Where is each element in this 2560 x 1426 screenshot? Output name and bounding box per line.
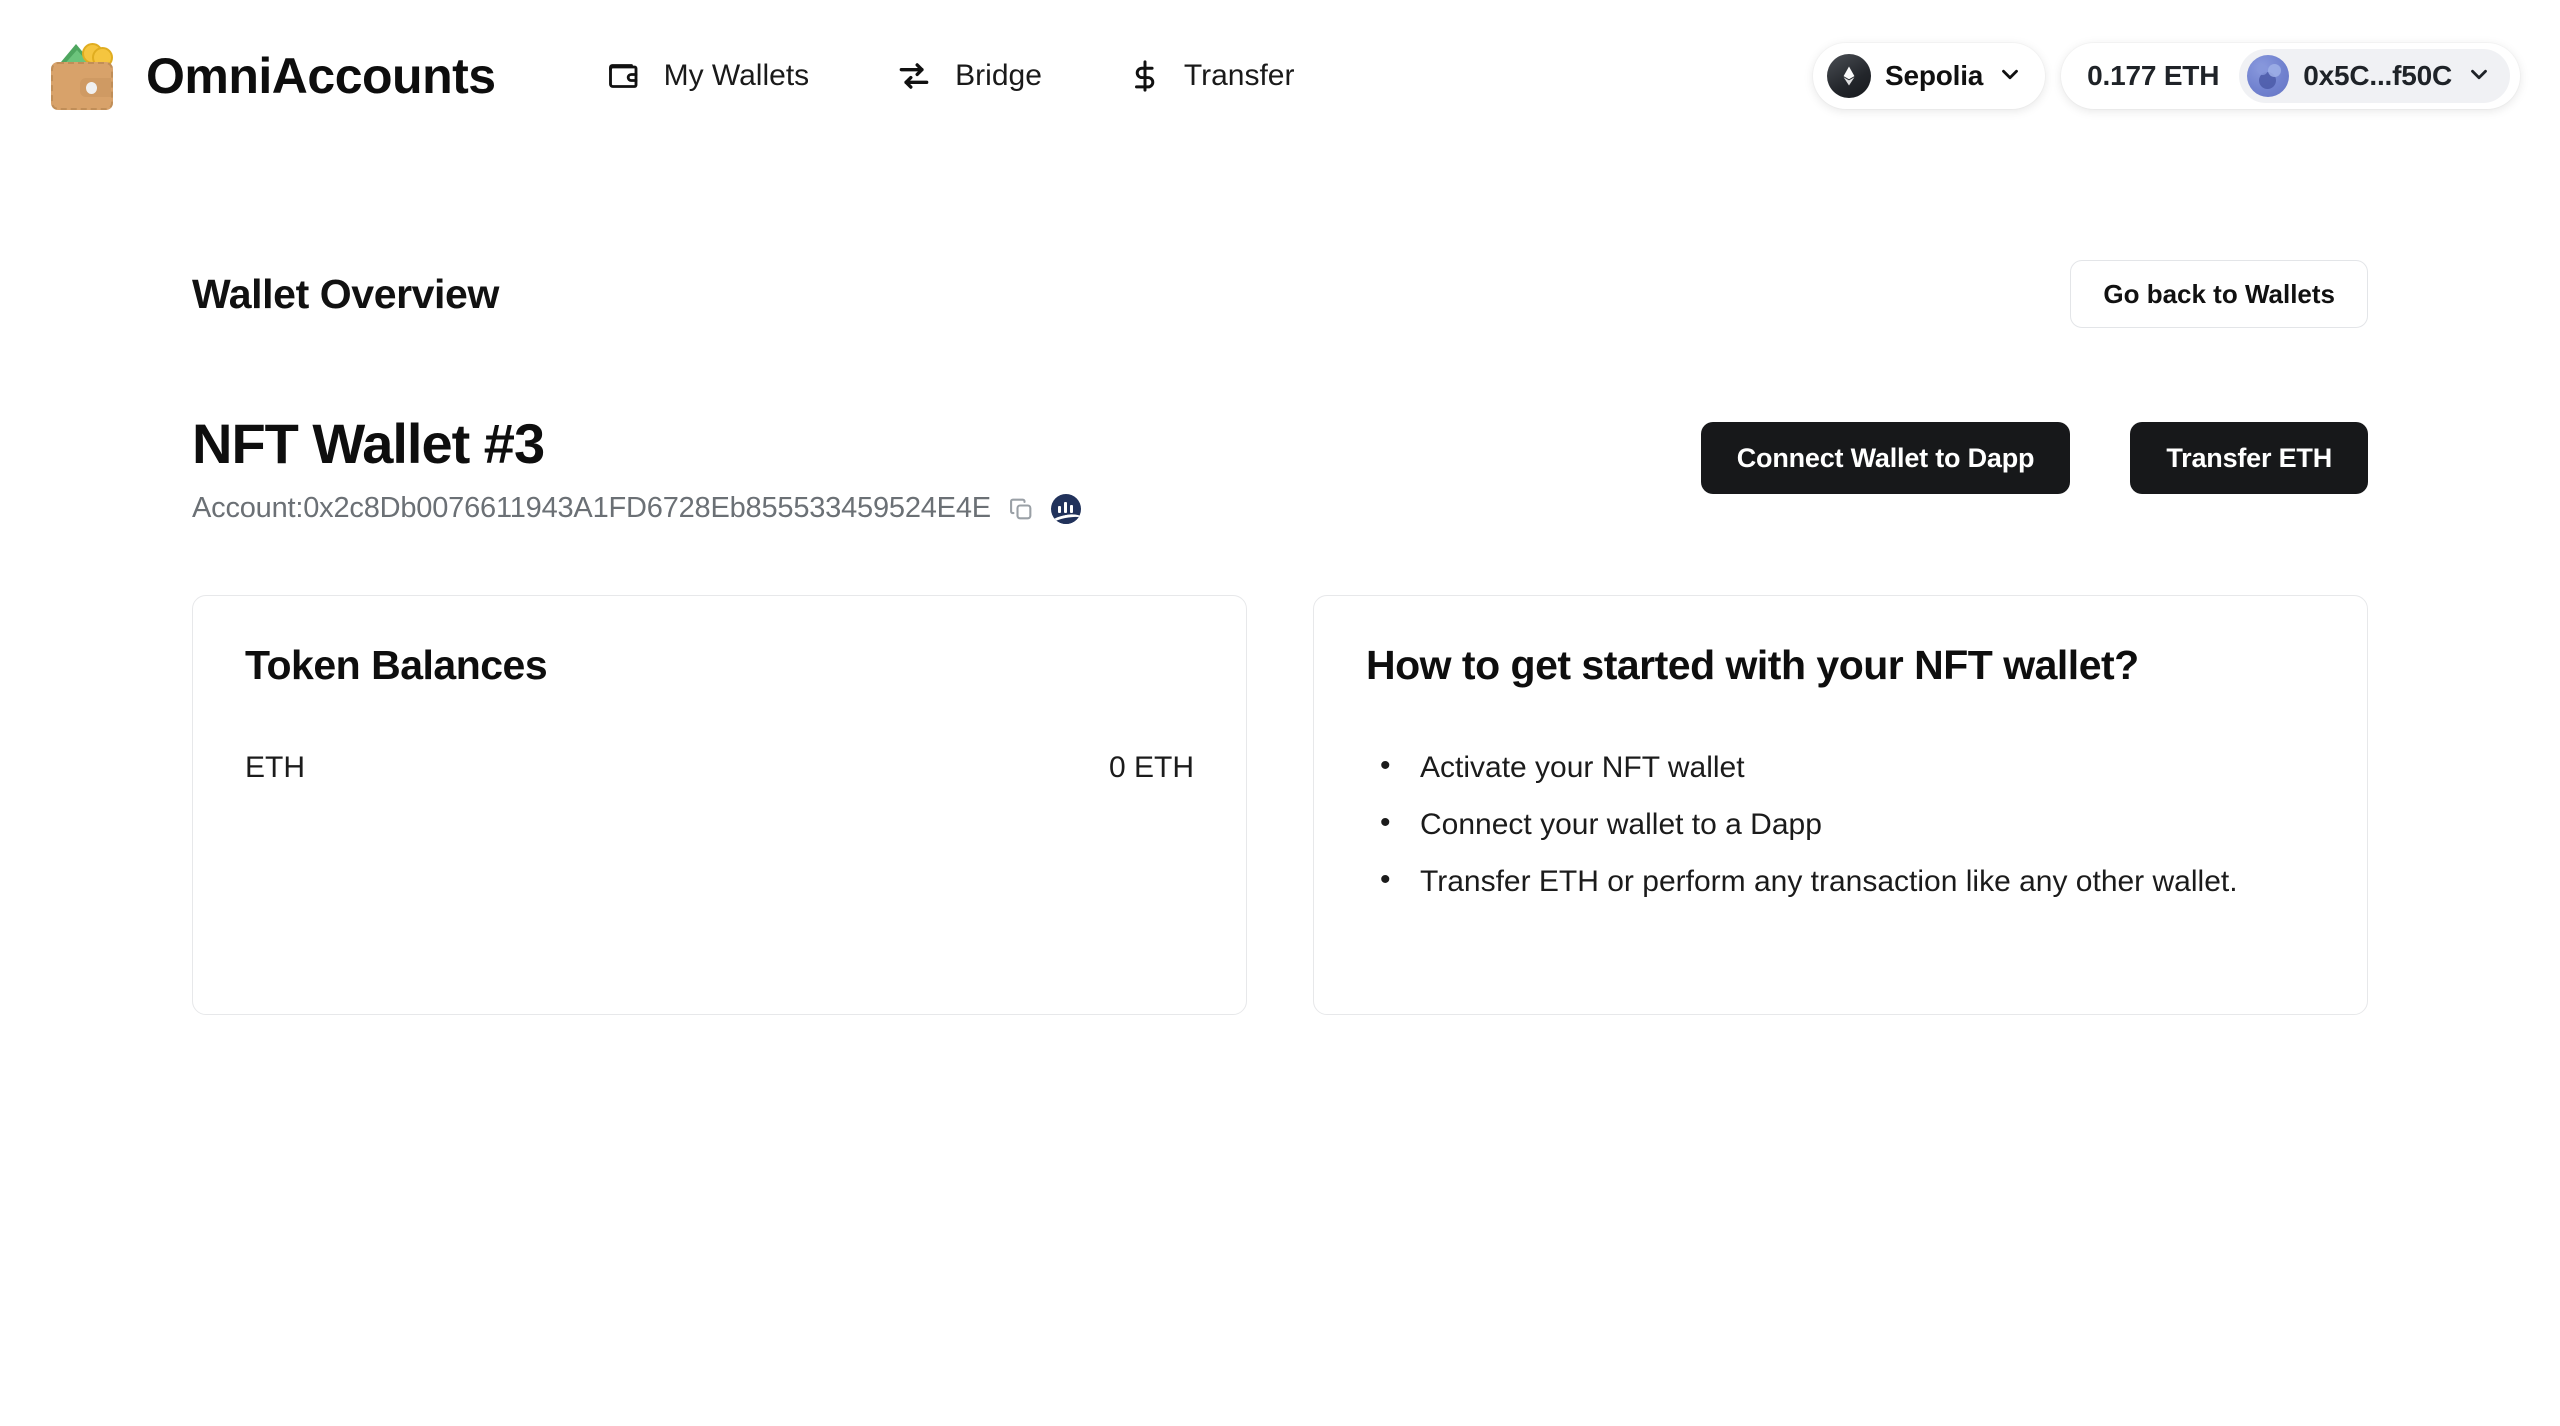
transfer-eth-button[interactable]: Transfer ETH [2130, 422, 2368, 494]
overview-header: Wallet Overview Go back to Wallets [192, 260, 2368, 328]
go-back-to-wallets-button[interactable]: Go back to Wallets [2070, 260, 2368, 328]
account-balance-chip[interactable]: 0.177 ETH 0x5C...f50C [2061, 43, 2520, 109]
swap-arrows-icon [895, 57, 933, 95]
chevron-down-icon [2466, 61, 2492, 92]
token-symbol: ETH [245, 751, 305, 785]
token-balances-card: Token Balances ETH 0 ETH [192, 595, 1247, 1016]
brand-name: OmniAccounts [146, 48, 496, 104]
eth-balance: 0.177 ETH [2087, 60, 2220, 91]
list-item: Activate your NFT wallet [1366, 745, 2315, 790]
wallet-account-address: Account:0x2c8Db0076611943A1FD6728Eb85553… [192, 492, 991, 525]
copy-icon[interactable] [1007, 495, 1035, 523]
connected-account-button[interactable]: 0x5C...f50C [2239, 49, 2510, 103]
wallet-identity: NFT Wallet #3 Account:0x2c8Db0076611943A… [192, 412, 1081, 525]
token-balance-row: ETH 0 ETH [245, 751, 1194, 785]
getting-started-card: How to get started with your NFT wallet?… [1313, 595, 2368, 1016]
ethereum-icon [1826, 54, 1871, 98]
app-header: OmniAccounts My Wallets Bridge Transfer … [0, 0, 2560, 152]
nav-item-bridge[interactable]: Bridge [895, 57, 1042, 95]
wallet-name: NFT Wallet #3 [192, 412, 545, 475]
dollar-sign-icon [1128, 57, 1162, 95]
main-nav: My Wallets Bridge Transfer [606, 57, 1295, 95]
nav-label-my-wallets: My Wallets [663, 59, 810, 92]
chevron-down-icon [1997, 61, 2023, 92]
jazzicon-avatar [2247, 55, 2290, 97]
wallet-with-money-icon [48, 38, 124, 114]
nav-item-my-wallets[interactable]: My Wallets [606, 58, 810, 94]
list-item: Transfer ETH or perform any transaction … [1366, 859, 2315, 904]
list-item: Connect your wallet to a Dapp [1366, 802, 2315, 847]
app-root: OmniAccounts My Wallets Bridge Transfer … [0, 0, 2560, 1426]
network-selector[interactable]: Sepolia [1812, 43, 2046, 109]
account-short-address: 0x5C...f50C [2303, 60, 2452, 91]
wallet-action-buttons: Connect Wallet to Dapp Transfer ETH [1700, 422, 2368, 494]
cards-row: Token Balances ETH 0 ETH How to get star… [192, 595, 2368, 1016]
nav-label-transfer: Transfer [1183, 59, 1295, 92]
account-line: Account:0x2c8Db0076611943A1FD6728Eb85553… [192, 492, 1081, 525]
nav-item-transfer[interactable]: Transfer [1128, 57, 1295, 95]
etherscan-icon[interactable] [1050, 493, 1081, 524]
connect-wallet-to-dapp-button[interactable]: Connect Wallet to Dapp [1700, 422, 2071, 494]
getting-started-list: Activate your NFT wallet Connect your wa… [1366, 745, 2315, 904]
getting-started-title: How to get started with your NFT wallet? [1366, 642, 2139, 689]
token-amount: 0 ETH [1108, 751, 1194, 785]
brand[interactable]: OmniAccounts [48, 38, 496, 114]
nav-label-bridge: Bridge [955, 59, 1042, 92]
main-content: Wallet Overview Go back to Wallets NFT W… [0, 260, 2560, 1016]
header-right-cluster: Sepolia 0.177 ETH 0x5C...f50C [1812, 43, 2520, 109]
wallet-icon [606, 58, 642, 94]
wallet-header: NFT Wallet #3 Account:0x2c8Db0076611943A… [192, 412, 2368, 525]
network-label: Sepolia [1884, 60, 1984, 91]
page-title: Wallet Overview [192, 270, 499, 317]
token-balances-title: Token Balances [245, 642, 548, 689]
